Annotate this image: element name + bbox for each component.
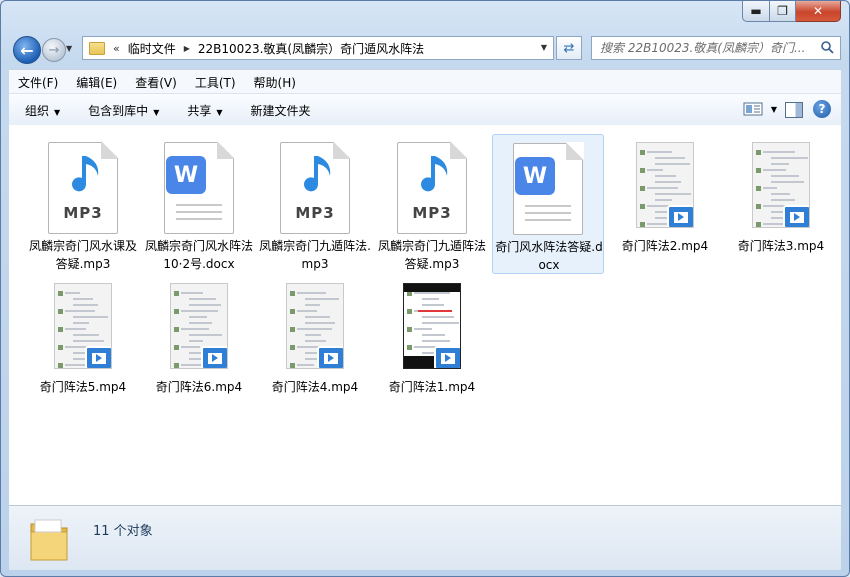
breadcrumb-item-current[interactable]: 22B10023.敬真(凤麟宗）奇门遁风水阵法 xyxy=(198,40,424,57)
menu-edit[interactable]: 编辑(E) xyxy=(67,74,126,91)
word-file-icon: W xyxy=(513,142,584,235)
chevron-down-icon: ▼ xyxy=(153,107,160,117)
file-item[interactable]: 奇门阵法6.mp4 xyxy=(143,275,255,415)
video-thumbnail xyxy=(636,142,694,228)
folder-icon xyxy=(89,41,105,55)
video-play-icon xyxy=(783,205,809,227)
include-in-library-label: 包含到库中 xyxy=(88,103,149,118)
minimize-button[interactable]: ▬ xyxy=(742,1,770,22)
file-item[interactable]: 奇门阵法2.mp4 xyxy=(609,134,721,274)
menu-view[interactable]: 查看(V) xyxy=(126,74,186,91)
preview-pane-icon[interactable] xyxy=(785,102,803,118)
view-dropdown-icon[interactable]: ▼ xyxy=(771,105,777,114)
organize-button[interactable]: 组织 ▼ xyxy=(13,102,72,119)
file-item[interactable]: W 奇门风水阵法答疑.docx xyxy=(492,134,604,274)
word-file-icon: W xyxy=(164,141,235,234)
new-folder-button[interactable]: 新建文件夹 xyxy=(239,102,323,119)
file-name: 凤麟宗奇门风水阵法10·2号.docx xyxy=(144,239,253,271)
mp3-badge: MP3 xyxy=(295,204,335,222)
share-button[interactable]: 共享 ▼ xyxy=(175,102,234,119)
file-name: 凤麟宗奇门九遁阵法.mp3 xyxy=(259,239,371,271)
details-pane: 11 个对象 xyxy=(9,505,841,570)
explorer-window: ▬ ❐ ✕ ← → ▼ « 临时文件 ▶ 22B10023.敬真(凤麟宗）奇门遁… xyxy=(0,0,850,577)
folder-icon xyxy=(30,519,68,561)
video-thumbnail xyxy=(286,283,344,369)
file-item[interactable]: MP3 凤麟宗奇门九遁阵法答疑.mp3 xyxy=(376,134,488,274)
address-dropdown-icon[interactable]: ▼ xyxy=(541,43,547,52)
file-item[interactable]: W 凤麟宗奇门风水阵法10·2号.docx xyxy=(143,134,255,274)
menu-help[interactable]: 帮助(H) xyxy=(245,74,305,91)
breadcrumb-item[interactable]: 临时文件 xyxy=(128,40,176,57)
file-name: 凤麟宗奇门风水课及答疑.mp3 xyxy=(28,239,137,271)
music-note-icon xyxy=(72,156,99,192)
mp3-file-icon: MP3 xyxy=(397,141,468,234)
menu-bar: 文件(F) 编辑(E) 查看(V) 工具(T) 帮助(H) xyxy=(9,69,841,94)
menu-tools[interactable]: 工具(T) xyxy=(186,74,245,91)
mp3-badge: MP3 xyxy=(412,204,452,222)
recent-pages-dropdown[interactable]: ▼ xyxy=(66,44,72,53)
file-name: 奇门阵法6.mp4 xyxy=(155,380,243,394)
breadcrumb-separator-icon[interactable]: ▶ xyxy=(184,44,190,53)
title-bar[interactable]: ▬ ❐ ✕ xyxy=(1,1,849,31)
music-note-icon xyxy=(421,156,448,192)
music-note-icon xyxy=(304,156,331,192)
file-item[interactable]: MP3 凤麟宗奇门风水课及答疑.mp3 xyxy=(27,134,139,274)
window-controls: ▬ ❐ ✕ xyxy=(742,1,841,22)
word-logo-icon: W xyxy=(515,157,555,195)
chevron-down-icon: ▼ xyxy=(54,107,61,117)
search-input[interactable] xyxy=(598,40,817,56)
file-name: 奇门风水阵法答疑.docx xyxy=(495,240,603,272)
share-label: 共享 xyxy=(187,103,212,118)
file-view[interactable]: MP3 凤麟宗奇门风水课及答疑.mp3 W 凤麟宗奇门风水阵法10·2号.doc… xyxy=(9,125,841,505)
video-play-icon xyxy=(85,346,111,368)
file-name: 凤麟宗奇门九遁阵法答疑.mp3 xyxy=(377,239,486,271)
video-thumbnail xyxy=(752,142,810,228)
word-logo-icon: W xyxy=(166,156,206,194)
chevron-down-icon: ▼ xyxy=(216,107,223,117)
command-bar: 组织 ▼ 包含到库中 ▼ 共享 ▼ 新建文件夹 ▼ ? xyxy=(9,93,841,127)
include-in-library-button[interactable]: 包含到库中 ▼ xyxy=(76,102,171,119)
video-play-icon xyxy=(434,346,460,368)
file-name: 奇门阵法5.mp4 xyxy=(39,380,127,394)
forward-button[interactable]: → xyxy=(42,38,66,62)
mp3-file-icon: MP3 xyxy=(48,141,119,234)
refresh-button[interactable]: ⇄ xyxy=(556,36,582,60)
search-icon[interactable] xyxy=(820,40,834,54)
change-view-icon[interactable] xyxy=(743,102,763,116)
file-item[interactable]: MP3 凤麟宗奇门九遁阵法.mp3 xyxy=(259,134,371,274)
file-item[interactable]: 奇门阵法5.mp4 xyxy=(27,275,139,415)
maximize-button[interactable]: ❐ xyxy=(770,1,796,22)
video-play-icon xyxy=(201,346,227,368)
video-thumbnail xyxy=(403,283,461,369)
refresh-icon: ⇄ xyxy=(563,40,575,56)
video-play-icon xyxy=(667,205,693,227)
file-item[interactable]: 奇门阵法4.mp4 xyxy=(259,275,371,415)
file-name: 奇门阵法4.mp4 xyxy=(271,380,359,394)
navigation-bar: ← → ▼ « 临时文件 ▶ 22B10023.敬真(凤麟宗）奇门遁风水阵法 ▼… xyxy=(9,35,841,64)
file-name: 奇门阵法1.mp4 xyxy=(388,380,476,394)
mp3-file-icon: MP3 xyxy=(280,141,351,234)
forward-arrow-icon: → xyxy=(48,42,60,58)
file-item[interactable]: 奇门阵法3.mp4 xyxy=(725,134,837,274)
file-name: 奇门阵法2.mp4 xyxy=(621,239,709,253)
item-count: 11 个对象 xyxy=(93,524,153,539)
organize-label: 组织 xyxy=(25,103,50,118)
mp3-badge: MP3 xyxy=(63,204,103,222)
address-bar[interactable]: « 临时文件 ▶ 22B10023.敬真(凤麟宗）奇门遁风水阵法 ▼ xyxy=(82,36,554,60)
menu-file[interactable]: 文件(F) xyxy=(9,74,67,91)
back-arrow-icon: ← xyxy=(20,40,34,60)
back-button[interactable]: ← xyxy=(13,36,41,64)
close-button[interactable]: ✕ xyxy=(796,1,841,22)
hidden-crumbs-chevron[interactable]: « xyxy=(113,42,120,55)
video-thumbnail xyxy=(170,283,228,369)
video-play-icon xyxy=(317,346,343,368)
file-name: 奇门阵法3.mp4 xyxy=(737,239,825,253)
file-item[interactable]: 奇门阵法1.mp4 xyxy=(376,275,488,415)
help-button[interactable]: ? xyxy=(813,100,831,118)
search-box[interactable] xyxy=(591,36,841,60)
video-thumbnail xyxy=(54,283,112,369)
